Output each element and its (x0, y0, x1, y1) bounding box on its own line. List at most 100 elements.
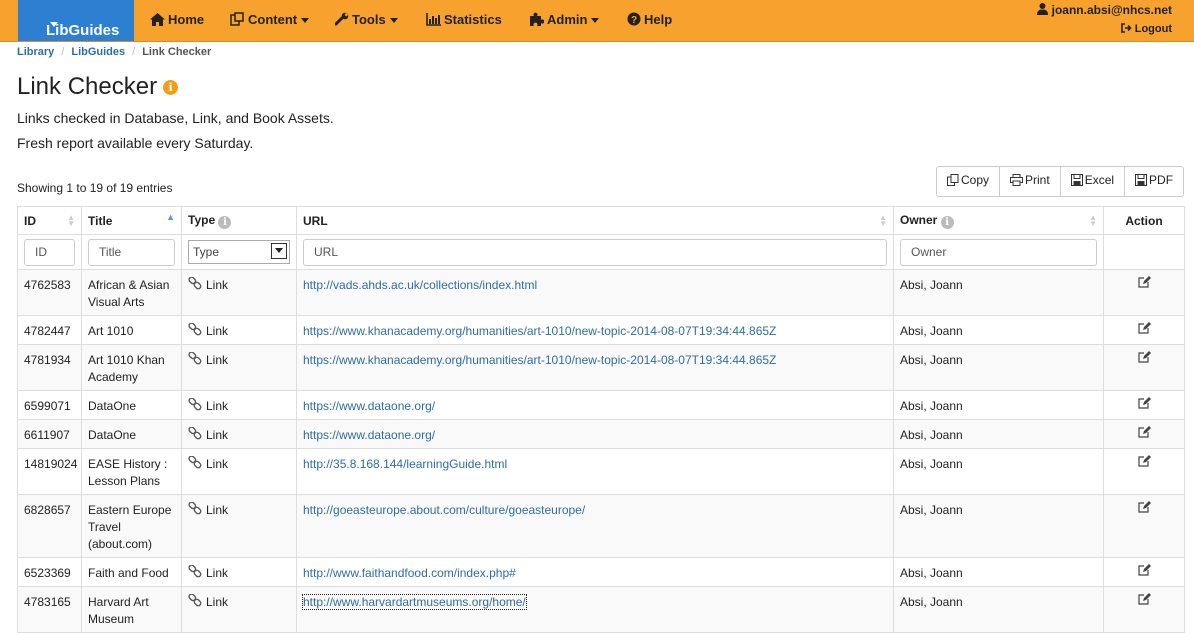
row-title: Harvard Art Museum (81, 586, 182, 633)
nav-help-label: Help (644, 12, 673, 27)
logout-link[interactable]: Logout (1120, 23, 1172, 35)
save-icon (1135, 174, 1148, 186)
owner-filter-input[interactable] (900, 238, 1097, 266)
logout-label: Logout (1134, 23, 1172, 35)
row-url-link[interactable]: https://www.dataone.org/ (303, 399, 435, 413)
column-header-url[interactable]: URL ▲ ▼ (296, 206, 894, 235)
row-url: https://www.khanacademy.org/humanities/a… (296, 315, 894, 345)
chevron-down-icon (389, 18, 398, 24)
pdf-button[interactable]: PDF (1125, 167, 1183, 196)
row-url-link[interactable]: http://www.harvardartmuseums.org/home/ (302, 594, 527, 610)
user-menu[interactable]: joann.absi@nhcs.net (1037, 3, 1172, 17)
svg-text:?: ? (631, 15, 637, 26)
edit-icon[interactable] (1137, 397, 1151, 409)
row-owner: Absi, Joann (893, 419, 1104, 449)
info-icon[interactable]: i (940, 215, 954, 229)
nav-tools[interactable]: Tools (334, 12, 398, 27)
sort-icon: ▲ ▼ (1089, 213, 1097, 228)
edit-icon[interactable] (1137, 276, 1151, 288)
row-type-label: Link (206, 399, 229, 413)
column-header-action-label: Action (1125, 213, 1163, 228)
column-header-owner[interactable]: Owner i ▲ ▼ (893, 206, 1104, 235)
print-button[interactable]: Print (1000, 167, 1061, 196)
link-icon (188, 351, 202, 365)
nav-help[interactable]: ? Help (627, 12, 672, 27)
nav-admin-label: Admin (547, 12, 588, 27)
row-url-link[interactable]: http://goeasteurope.about.com/culture/go… (303, 503, 585, 517)
row-type: Link (181, 448, 297, 495)
help-icon: ? (627, 12, 641, 26)
chevron-down-icon (301, 18, 310, 24)
content-icon (230, 12, 244, 26)
excel-button[interactable]: Excel (1061, 167, 1126, 196)
row-title: Art 1010 (81, 315, 182, 345)
row-url-link[interactable]: https://www.khanacademy.org/humanities/a… (303, 353, 776, 367)
table-row: 4782447 Art 1010 Link https://www.khanac… (17, 315, 1185, 345)
row-type-label: Link (206, 595, 229, 609)
column-header-type-label: Type (188, 212, 216, 227)
column-header-title[interactable]: Title ▲ (81, 206, 182, 235)
edit-icon[interactable] (1137, 322, 1151, 334)
row-title: Art 1010 Khan Academy (81, 344, 182, 391)
row-action (1103, 390, 1185, 420)
nav-content[interactable]: Content (230, 12, 310, 27)
top-navbar: LibGuides Home Content Tools Statistics … (0, 0, 1194, 42)
edit-icon[interactable] (1137, 501, 1151, 513)
breadcrumb-current: Link Checker (142, 46, 212, 58)
row-type-label: Link (206, 457, 229, 471)
table-row: 6599071 DataOne Link https://www.dataone… (17, 390, 1185, 420)
row-url: http://goeasteurope.about.com/culture/go… (296, 494, 894, 558)
id-filter-input[interactable] (24, 238, 75, 266)
description-line-2: Fresh report available every Saturday. (17, 135, 254, 151)
table-body: 4762583 African & Asian Visual Arts Link… (17, 269, 1185, 633)
nav-admin[interactable]: Admin (530, 12, 600, 27)
row-url-link[interactable]: http://www.faithandfood.com/index.php# (303, 566, 516, 580)
row-title: Eastern Europe Travel (about.com) (81, 494, 182, 558)
edit-icon[interactable] (1137, 564, 1151, 576)
sort-icon: ▲ ▼ (879, 213, 887, 228)
nav-home[interactable]: Home (150, 12, 204, 27)
nav-content-label: Content (248, 12, 298, 27)
breadcrumb: Library / LibGuides / Link Checker (17, 46, 211, 58)
entries-info: Showing 1 to 19 of 19 entries (17, 181, 173, 195)
row-type: Link (181, 315, 297, 345)
row-url-link[interactable]: https://www.khanacademy.org/humanities/a… (303, 324, 776, 338)
info-icon[interactable]: i (163, 80, 179, 95)
table-row: 6828657 Eastern Europe Travel (about.com… (17, 494, 1185, 558)
url-filter-input[interactable] (303, 238, 887, 266)
row-action (1103, 586, 1185, 633)
row-owner: Absi, Joann (893, 448, 1104, 495)
nav-statistics[interactable]: Statistics (426, 12, 502, 27)
row-type: Link (181, 586, 297, 633)
info-icon[interactable]: i (218, 215, 232, 229)
edit-icon[interactable] (1137, 593, 1151, 605)
link-icon (188, 455, 202, 469)
copy-button[interactable]: Copy (937, 167, 1001, 196)
edit-icon[interactable] (1137, 455, 1151, 467)
row-url: http://www.harvardartmuseums.org/home/ (296, 586, 894, 633)
edit-icon[interactable] (1137, 351, 1151, 363)
link-checker-table: ID ▲ ▼ Title ▲ Type i URL ▲ ▼ Owner i ▲ ▼ Actio… (17, 206, 1185, 633)
breadcrumb-library[interactable]: Library (17, 46, 54, 58)
column-header-id[interactable]: ID ▲ ▼ (17, 206, 82, 235)
row-type-label: Link (206, 278, 229, 292)
row-owner: Absi, Joann (893, 269, 1104, 316)
sort-ascending-icon: ▲ (166, 212, 175, 222)
row-title: EASE History : Lesson Plans (81, 448, 182, 495)
row-type: Link (181, 557, 297, 587)
row-type-label: Link (206, 428, 229, 442)
row-url: http://www.faithandfood.com/index.php# (296, 557, 894, 587)
page-title: Link Checker i (17, 73, 179, 101)
row-url-link[interactable]: https://www.dataone.org/ (303, 428, 435, 442)
row-owner: Absi, Joann (893, 344, 1104, 391)
breadcrumb-libguides[interactable]: LibGuides (71, 46, 125, 58)
title-filter-input[interactable] (88, 238, 175, 266)
filter-row: Type (17, 234, 1185, 270)
row-id: 4782447 (17, 315, 82, 345)
type-filter-select[interactable]: Type (188, 240, 290, 264)
row-url-link[interactable]: http://35.8.168.144/learningGuide.html (303, 457, 507, 471)
row-url-link[interactable]: http://vads.ahds.ac.uk/collections/index… (303, 278, 537, 292)
libguides-menu-button[interactable]: LibGuides (18, 0, 134, 41)
edit-icon[interactable] (1137, 426, 1151, 438)
breadcrumb-separator: / (132, 46, 136, 58)
